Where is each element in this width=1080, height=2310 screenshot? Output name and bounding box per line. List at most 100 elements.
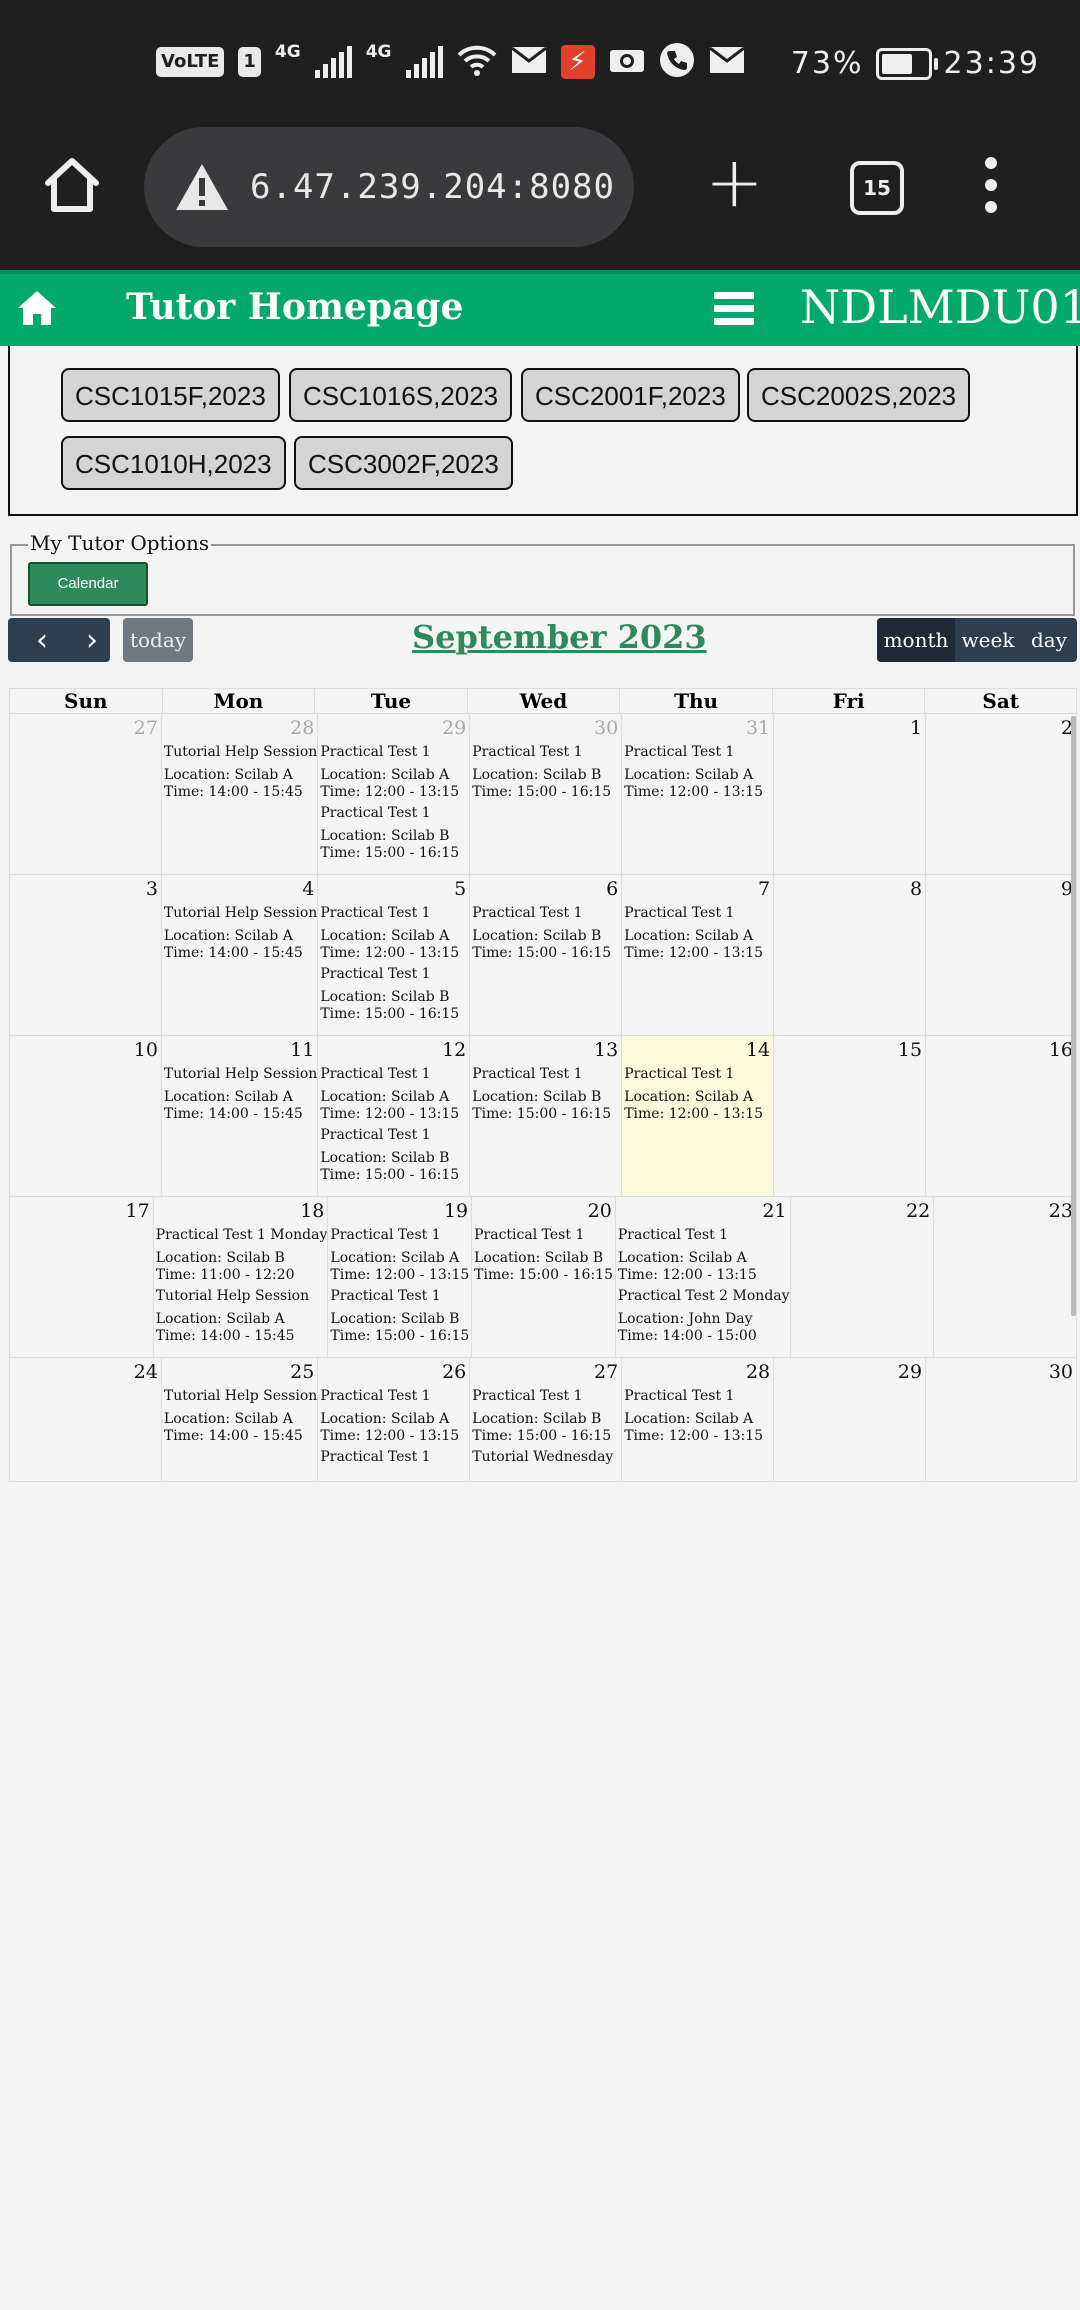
day-cell[interactable]: 3 xyxy=(9,875,161,1035)
day-number[interactable]: 27 xyxy=(470,1358,621,1384)
calendar-event[interactable]: Tutorial Wednesday xyxy=(470,1449,621,1466)
day-cell[interactable]: 24 xyxy=(9,1358,161,1481)
calendar-button[interactable]: Calendar xyxy=(28,562,148,606)
calendar-event[interactable]: Practical Test 1 Location: Scilab B Time: … xyxy=(318,805,469,862)
course-button[interactable]: CSC2001F,2023 xyxy=(521,368,740,422)
calendar-event[interactable]: Tutorial Help Session Location: Scilab AT… xyxy=(154,1288,328,1345)
next-month-button[interactable]: › xyxy=(86,626,98,656)
day-number[interactable]: 23 xyxy=(934,1197,1076,1223)
calendar-event[interactable]: Practical Test 1 Location: Scilab B Time: … xyxy=(470,1388,621,1445)
prev-month-button[interactable]: ‹ xyxy=(36,626,48,656)
day-number[interactable]: 6 xyxy=(470,875,621,901)
day-cell[interactable]: 25 Tutorial Help Session Location: Scilab … xyxy=(160,1358,317,1481)
calendar-event[interactable]: Tutorial Help Session Location: Scilab AT… xyxy=(162,1066,317,1123)
day-cell[interactable]: 15 xyxy=(773,1036,925,1196)
calendar-event[interactable]: Practical Test 1 Location: Scilab A Time: … xyxy=(622,905,773,962)
week-view-button[interactable]: week xyxy=(955,618,1021,662)
day-cell[interactable]: 28 Practical Test 1 Location: Scilab A Time… xyxy=(621,1358,773,1481)
calendar-event[interactable]: Practical Test 1 Location: Scilab B Time: … xyxy=(318,1127,469,1184)
day-cell[interactable]: 13 Practical Test 1 Location: Scilab B Time… xyxy=(469,1036,621,1196)
calendar-event[interactable]: Practical Test 1 Location: Scilab A Time: … xyxy=(318,1388,469,1445)
day-number[interactable]: 2 xyxy=(926,714,1076,740)
home-icon[interactable] xyxy=(16,288,58,328)
hamburger-menu-icon[interactable] xyxy=(714,292,754,331)
day-cell[interactable]: 30 Practical Test 1 Location: Scilab B Time… xyxy=(469,714,621,874)
calendar-event[interactable]: Practical Test 1 Location: Scilab A Time: … xyxy=(318,1066,469,1123)
today-button[interactable]: today xyxy=(123,618,193,662)
day-cell[interactable]: 20 Practical Test 1 Location: Scilab B Time… xyxy=(471,1197,615,1357)
calendar-event[interactable]: Practical Test 1 Location: Scilab B Time: … xyxy=(470,1066,621,1123)
day-number[interactable]: 17 xyxy=(10,1197,153,1223)
day-cell[interactable]: 31 Practical Test 1 Location: Scilab A Time… xyxy=(621,714,773,874)
day-number[interactable]: 7 xyxy=(622,875,773,901)
day-cell[interactable]: 18 Practical Test 1 Monday Location: Scila… xyxy=(152,1197,328,1357)
day-number[interactable]: 22 xyxy=(791,1197,934,1223)
day-cell[interactable]: 22 xyxy=(789,1197,934,1357)
day-number[interactable]: 20 xyxy=(472,1197,615,1223)
calendar-event[interactable]: Practical Test 1 Location: Scilab B Time: … xyxy=(328,1288,471,1345)
day-cell[interactable]: 12 Practical Test 1 Location: Scilab A Time… xyxy=(317,1036,469,1196)
day-number[interactable]: 29 xyxy=(318,714,469,740)
month-view-button[interactable]: month xyxy=(877,618,955,662)
scrollbar[interactable] xyxy=(1071,716,1076,1316)
day-cell[interactable]: 27 Practical Test 1 Location: Scilab B Time… xyxy=(469,1358,621,1481)
day-view-button[interactable]: day xyxy=(1021,618,1077,662)
tab-count-button[interactable]: 15 xyxy=(850,161,904,215)
day-cell[interactable]: 27 xyxy=(9,714,161,874)
day-cell[interactable]: 2 xyxy=(925,714,1077,874)
day-cell[interactable]: 9 xyxy=(925,875,1077,1035)
calendar-event[interactable]: Practical Test 1 xyxy=(318,1449,469,1466)
calendar-event[interactable]: Practical Test 1 Location: Scilab A Time: … xyxy=(328,1227,471,1284)
calendar-event[interactable]: Practical Test 2 Monday Location: John Da… xyxy=(616,1288,790,1345)
day-cell[interactable]: 19 Practical Test 1 Location: Scilab A Time… xyxy=(327,1197,471,1357)
day-number[interactable]: 5 xyxy=(318,875,469,901)
day-number[interactable]: 21 xyxy=(616,1197,790,1223)
calendar-event[interactable]: Practical Test 1 Location: Scilab B Time: … xyxy=(470,905,621,962)
day-number[interactable]: 1 xyxy=(774,714,925,740)
day-cell[interactable]: 5 Practical Test 1 Location: Scilab A Time:… xyxy=(317,875,469,1035)
calendar-event[interactable]: Practical Test 1 Location: Scilab B Time: … xyxy=(318,966,469,1023)
day-cell[interactable]: 16 xyxy=(925,1036,1077,1196)
day-number[interactable]: 25 xyxy=(162,1358,317,1384)
calendar-event[interactable]: Practical Test 1 Location: Scilab A Time: … xyxy=(318,744,469,801)
day-number[interactable]: 28 xyxy=(622,1358,773,1384)
day-number[interactable]: 26 xyxy=(318,1358,469,1384)
new-tab-plus-icon[interactable]: + xyxy=(705,147,764,217)
calendar-event[interactable]: Practical Test 1 Location: Scilab A Time: … xyxy=(318,905,469,962)
course-button[interactable]: CSC1016S,2023 xyxy=(289,368,513,422)
day-cell[interactable]: 1 xyxy=(773,714,925,874)
address-bar[interactable]: 6.47.239.204:8080 xyxy=(144,127,634,247)
calendar-event[interactable]: Practical Test 1 Monday Location: Scilab … xyxy=(154,1227,328,1284)
calendar-event[interactable]: Practical Test 1 Location: Scilab A Time: … xyxy=(622,744,773,801)
day-cell[interactable]: 29 xyxy=(773,1358,925,1481)
calendar-event[interactable]: Tutorial Help Session Location: Scilab AT… xyxy=(162,905,317,962)
day-number[interactable]: 27 xyxy=(10,714,161,740)
day-number[interactable]: 19 xyxy=(328,1197,471,1223)
day-number[interactable]: 10 xyxy=(10,1036,161,1062)
day-cell[interactable]: 11 Tutorial Help Session Location: Scilab … xyxy=(160,1036,317,1196)
day-cell[interactable]: 28 Tutorial Help Session Location: Scilab … xyxy=(160,714,317,874)
day-number[interactable]: 31 xyxy=(622,714,773,740)
day-cell[interactable]: 23 xyxy=(933,1197,1077,1357)
day-number[interactable]: 30 xyxy=(470,714,621,740)
day-number[interactable]: 9 xyxy=(926,875,1076,901)
day-cell[interactable]: 30 xyxy=(925,1358,1077,1481)
browser-menu-icon[interactable] xyxy=(985,157,999,223)
day-number[interactable]: 12 xyxy=(318,1036,469,1062)
calendar-event[interactable]: Tutorial Help Session Location: Scilab AT… xyxy=(162,1388,317,1445)
day-number[interactable]: 28 xyxy=(162,714,317,740)
day-number[interactable]: 3 xyxy=(10,875,161,901)
day-cell[interactable]: 29 Practical Test 1 Location: Scilab A Time… xyxy=(317,714,469,874)
day-number[interactable]: 29 xyxy=(774,1358,925,1384)
calendar-event[interactable]: Practical Test 1 Location: Scilab A Time: … xyxy=(622,1066,773,1123)
course-button[interactable]: CSC1010H,2023 xyxy=(61,436,286,490)
day-number[interactable]: 16 xyxy=(926,1036,1076,1062)
day-cell[interactable]: 17 xyxy=(9,1197,153,1357)
calendar-event[interactable]: Practical Test 1 Location: Scilab A Time: … xyxy=(622,1388,773,1445)
day-number[interactable]: 24 xyxy=(10,1358,161,1384)
day-cell[interactable]: 10 xyxy=(9,1036,161,1196)
url-text[interactable]: 6.47.239.204:8080 xyxy=(250,167,615,207)
day-number[interactable]: 30 xyxy=(926,1358,1076,1384)
day-cell[interactable]: 21 Practical Test 1 Location: Scilab A Time… xyxy=(614,1197,790,1357)
day-cell[interactable]: 6 Practical Test 1 Location: Scilab B Time:… xyxy=(469,875,621,1035)
